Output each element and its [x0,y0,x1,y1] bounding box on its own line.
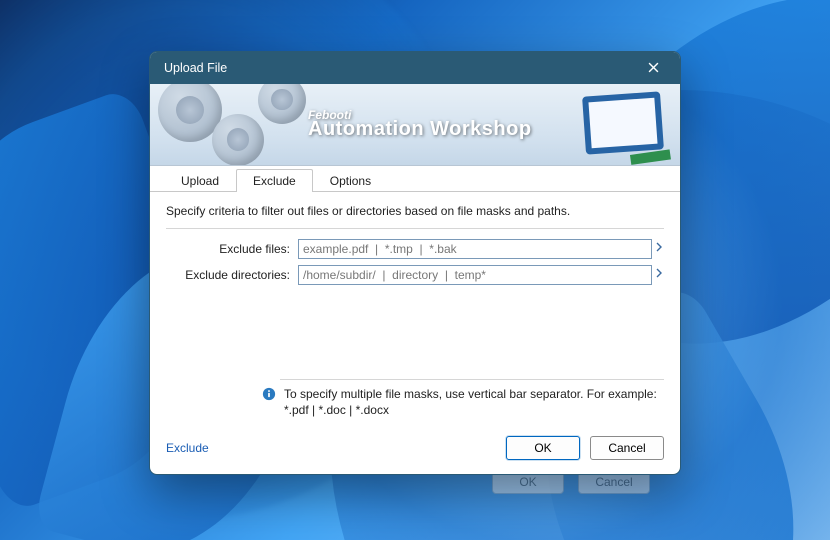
close-button[interactable] [636,56,670,80]
chevron-right-icon [656,268,663,278]
help-link-exclude[interactable]: Exclude [166,441,496,455]
tabstrip: Upload Exclude Options [150,166,680,192]
gear-icon [212,114,264,166]
tab-upload[interactable]: Upload [164,169,236,192]
banner: Febooti Automation Workshop [150,84,680,166]
dialog-titlebar: Upload File [150,52,680,84]
hint-block: To specify multiple file masks, use vert… [166,386,664,418]
hint-line-2: *.pdf | *.doc | *.docx [284,402,657,418]
monitor-icon [582,91,664,154]
exclude-files-row: Exclude files: [166,239,664,259]
exclude-files-label: Exclude files: [166,242,298,256]
brand-text: Febooti Automation Workshop [308,108,532,141]
chevron-right-icon [656,242,663,252]
dialog-footer: Exclude OK Cancel [150,424,680,474]
description-text: Specify criteria to filter out files or … [166,202,664,229]
exclude-dirs-input[interactable] [298,265,652,285]
exclude-dirs-label: Exclude directories: [166,268,298,282]
ok-button[interactable]: OK [506,436,580,460]
dialog-title: Upload File [164,61,636,75]
tab-options[interactable]: Options [313,169,388,192]
exclude-dirs-row: Exclude directories: [166,265,664,285]
exclude-files-menu-button[interactable] [652,242,664,255]
cancel-button[interactable]: Cancel [590,436,664,460]
exclude-files-input[interactable] [298,239,652,259]
hint-separator [280,379,664,380]
tab-content: Specify criteria to filter out files or … [150,192,680,424]
hint-line-1: To specify multiple file masks, use vert… [284,386,657,402]
gear-icon [258,84,306,124]
tab-exclude[interactable]: Exclude [236,169,313,192]
brand-big: Automation Workshop [308,118,532,141]
close-icon [648,62,659,73]
upload-file-dialog: Upload File Febooti Automation Workshop … [149,51,681,475]
info-icon [262,387,276,401]
exclude-dirs-menu-button[interactable] [652,268,664,281]
